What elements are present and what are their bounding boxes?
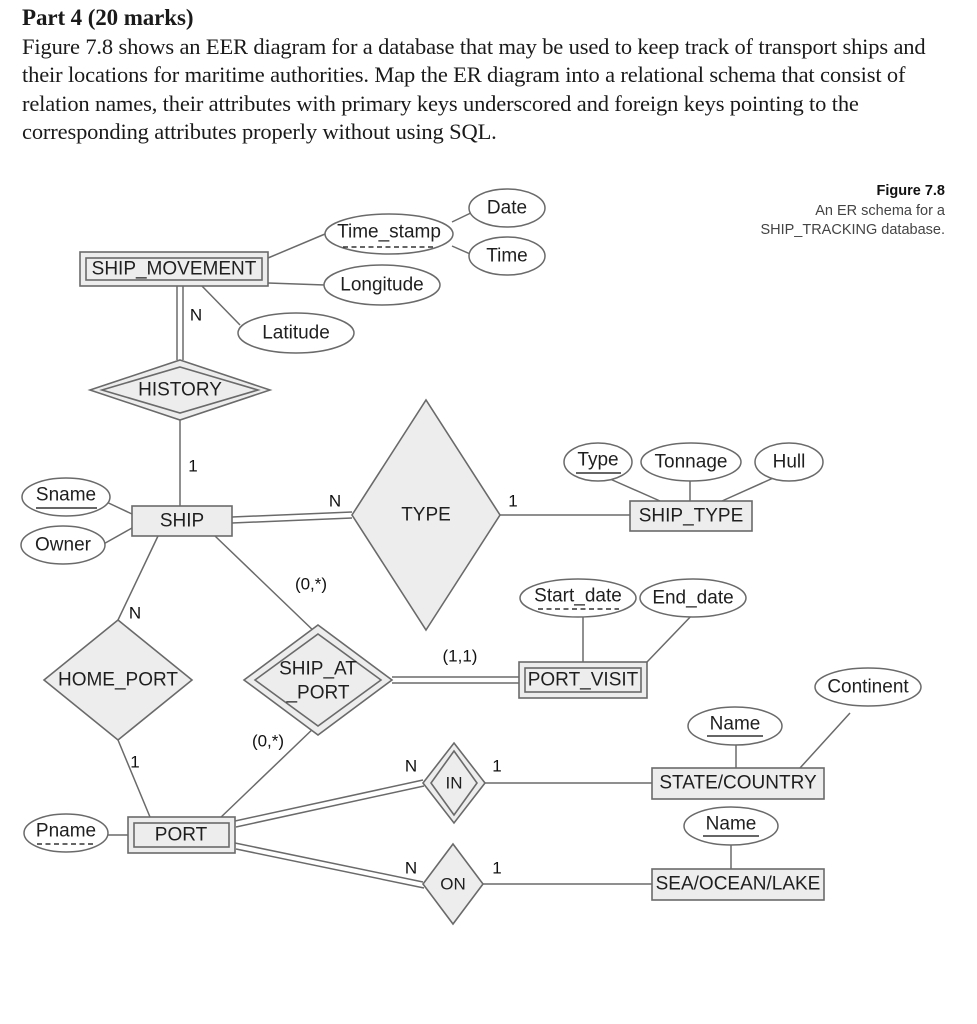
cardinality-on-seaoceanlake: 1 (492, 859, 501, 878)
attribute-hull: Hull (754, 442, 824, 482)
entity-port-label: PORT (155, 825, 208, 846)
attribute-time-stamp: Time_stamp (324, 213, 454, 255)
relationship-in: IN (421, 741, 487, 825)
attribute-pname: Pname (23, 813, 109, 853)
relationship-ship-at-port: SHIP_AT _PORT (242, 624, 394, 736)
attribute-owner-label: Owner (35, 535, 92, 556)
entity-ship: SHIP (131, 505, 233, 537)
question-title: Part 4 (20 marks) (22, 5, 194, 30)
cardinality-port-in: N (405, 757, 417, 776)
edge-ship-type-a (231, 511, 353, 518)
er-diagram-canvas: .shape { fill: #ededed; stroke: #6a6a6a;… (20, 188, 922, 926)
attribute-end-date: End_date (639, 578, 747, 618)
cardinality-ship-type: N (329, 492, 341, 511)
attribute-type: Type (563, 442, 633, 482)
attribute-longitude: Longitude (323, 264, 441, 306)
edge-port-on-b (235, 848, 425, 889)
attribute-sname: Sname (21, 477, 111, 517)
attribute-time-label: Time (486, 246, 528, 267)
attribute-continent: Continent (814, 667, 922, 707)
attribute-latitude: Latitude (237, 312, 355, 354)
entity-ship-type-label: SHIP_TYPE (639, 506, 744, 527)
entity-state-country: STATE/COUNTRY (651, 767, 825, 800)
edge-ship-type-b (231, 517, 353, 524)
relationship-home-port: HOME_PORT (42, 618, 194, 742)
attribute-longitude-label: Longitude (340, 275, 423, 296)
relationship-history-label: HISTORY (138, 380, 222, 401)
entity-ship-label: SHIP (160, 511, 204, 532)
attribute-end-date-label: End_date (652, 588, 733, 609)
attribute-owner: Owner (20, 525, 106, 565)
relationship-in-label: IN (446, 774, 463, 793)
entity-port-visit-label: PORT_VISIT (528, 670, 639, 691)
edge-portvisit-enddate (646, 611, 696, 663)
entity-sea-ocean-lake-label: SEA/OCEAN/LAKE (656, 874, 821, 895)
attribute-date: Date (468, 188, 546, 228)
question-body: Figure 7.8 shows an EER diagram for a da… (22, 34, 926, 145)
attribute-time-stamp-label: Time_stamp (337, 222, 441, 243)
cardinality-shipatport-portvisit: (1,1) (443, 647, 478, 666)
attribute-tonnage-label: Tonnage (655, 452, 728, 473)
relationship-on-label: ON (440, 875, 466, 894)
er-diagram: .shape { fill: #ededed; stroke: #6a6a6a;… (0, 170, 977, 950)
edge-shipmovement-timestamp (267, 233, 326, 259)
attribute-seaoceanlake-name: Name (683, 806, 779, 846)
attribute-type-label: Type (577, 450, 618, 471)
cardinality-homeport-port: 1 (130, 753, 139, 772)
edge-port-in-b (235, 785, 425, 828)
relationship-ship-at-port-label-line1: SHIP_AT (279, 659, 357, 680)
attribute-statecountry-name-label: Name (710, 714, 761, 735)
attribute-start-date-label: Start_date (534, 586, 622, 607)
attribute-pname-label: Pname (36, 821, 96, 842)
entity-state-country-label: STATE/COUNTRY (659, 773, 817, 794)
relationship-type: TYPE (351, 398, 501, 632)
entity-sea-ocean-lake: SEA/OCEAN/LAKE (651, 868, 825, 901)
cardinality-history-ship: 1 (188, 457, 197, 476)
attribute-seaoceanlake-name-label: Name (706, 814, 757, 835)
attribute-hull-label: Hull (773, 452, 806, 473)
entity-port: PORT (127, 816, 236, 854)
attribute-continent-label: Continent (827, 677, 909, 698)
attribute-start-date: Start_date (519, 578, 637, 618)
edge-shipmovement-latitude (199, 283, 241, 326)
relationship-type-label: TYPE (401, 505, 451, 526)
relationship-on: ON (422, 842, 484, 926)
attribute-date-label: Date (487, 198, 527, 219)
cardinality-in-statecountry: 1 (492, 757, 501, 776)
entity-ship-movement: SHIP_MOVEMENT (79, 251, 269, 287)
cardinality-shipmovement-history: N (190, 306, 202, 325)
cardinality-port-on: N (405, 859, 417, 878)
cardinality-ship-shipatport: (0,*) (295, 575, 327, 594)
entity-ship-movement-label: SHIP_MOVEMENT (92, 259, 257, 280)
attribute-tonnage: Tonnage (640, 442, 742, 482)
cardinality-ship-homeport: N (129, 604, 141, 623)
edge-shipmovement-longitude (267, 282, 326, 286)
attribute-sname-label: Sname (36, 485, 96, 506)
edge-statecountry-continent (799, 712, 851, 769)
entity-port-visit: PORT_VISIT (518, 661, 648, 699)
entity-ship-type: SHIP_TYPE (629, 500, 753, 532)
relationship-ship-at-port-label-line2: _PORT (285, 683, 349, 704)
attribute-statecountry-name: Name (687, 706, 783, 746)
cardinality-type-shiptype: 1 (508, 492, 517, 511)
relationship-home-port-label: HOME_PORT (58, 670, 178, 691)
attribute-latitude-label: Latitude (262, 323, 330, 344)
edge-port-in-a (234, 779, 424, 822)
question-block: Part 4 (20 marks) Figure 7.8 shows an EE… (22, 4, 942, 147)
cardinality-port-shipatport: (0,*) (252, 732, 284, 751)
attribute-time: Time (468, 236, 546, 276)
edge-port-on-a (234, 842, 424, 883)
relationship-history: HISTORY (87, 359, 273, 421)
